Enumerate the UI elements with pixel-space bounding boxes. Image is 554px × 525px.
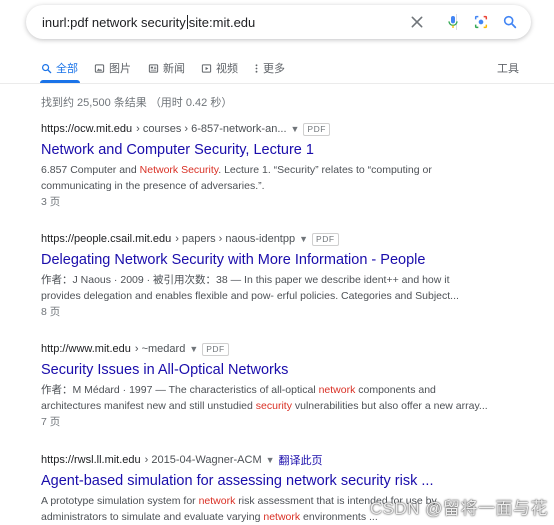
snippet-text: components and — [355, 384, 436, 396]
snippet-highlight: security — [255, 400, 292, 412]
snippet-highlight: network — [318, 384, 356, 396]
snippet-text: A prototype simulation system for — [41, 495, 199, 507]
snippet-text: vulnerabilities but also offer a new arr… — [291, 400, 488, 412]
result-site: https://rwsl.ll.mit.edu — [41, 454, 141, 466]
tabs-divider — [0, 83, 554, 84]
result-menu-icon[interactable]: ▼ — [299, 234, 308, 244]
result-path: › courses › 6-857-network-an... — [136, 123, 287, 135]
snippet-line: provides delegation and enables flexible… — [41, 288, 546, 304]
tab-label: 全部 — [56, 63, 78, 75]
search-tabs: 全部 图片 新闻 视频 更多 工具 — [0, 56, 554, 83]
translate-link[interactable]: 翻译此页 — [279, 452, 323, 468]
camera-search-icon[interactable] — [473, 14, 489, 30]
result-path: › 2015-04-Wagner-ACM — [144, 454, 262, 466]
tab-videos[interactable]: 视频 — [201, 60, 238, 76]
result-site: https://ocw.mit.edu — [41, 123, 133, 135]
image-icon — [94, 63, 105, 73]
video-icon — [201, 63, 212, 73]
result-menu-icon[interactable]: ▼ — [291, 124, 300, 134]
result-url[interactable]: https://people.csail.mit.edu › papers › … — [41, 232, 546, 246]
snippet-line: 作者：J Naous · 2009 · 被引用次数：38 — In this p… — [41, 272, 546, 288]
result-title-link[interactable]: Agent-based simulation for assessing net… — [41, 472, 546, 490]
search-result: http://www.mit.edu › ~medard ▼ PDF Secur… — [41, 342, 546, 430]
snippet-line: 6.857 Computer and Network Security. Lec… — [41, 162, 546, 178]
result-site: https://people.csail.mit.edu — [41, 233, 172, 245]
snippet-line: 作者：M Médard · 1997 — The characteristics… — [41, 382, 546, 398]
snippet-text: environments ... — [300, 511, 378, 523]
result-title-link[interactable]: Network and Computer Security, Lecture 1 — [41, 141, 546, 159]
microphone-icon[interactable] — [445, 14, 461, 30]
page-count: 3 页 — [41, 196, 61, 208]
tab-news[interactable]: 新闻 — [148, 60, 185, 76]
search-result: https://ocw.mit.edu › courses › 6-857-ne… — [41, 122, 546, 210]
tools-button[interactable]: 工具 — [497, 60, 519, 76]
result-stats: 找到约 25,500 条结果 （用时 0.42 秒） — [41, 97, 233, 109]
search-icon[interactable] — [502, 14, 518, 30]
search-query-text-after: site:mit.edu — [188, 15, 256, 30]
clear-icon[interactable] — [409, 14, 425, 30]
search-result: https://people.csail.mit.edu › papers › … — [41, 232, 546, 320]
snippet-text: 作者：J Naous · 2009 · 被引用次数：38 — In this p… — [41, 274, 450, 286]
snippet-line: architectures manifest new and still uns… — [41, 398, 546, 414]
result-url[interactable]: https://rwsl.ll.mit.edu › 2015-04-Wagner… — [41, 453, 546, 467]
snippet-text: architectures manifest new and still uns… — [41, 400, 256, 412]
search-query-text: inurl:pdf network security — [42, 15, 186, 30]
result-title-link[interactable]: Delegating Network Security with More In… — [41, 251, 546, 269]
snippet-line: communicating in the presence of adversa… — [41, 178, 546, 194]
tab-label: 视频 — [216, 63, 238, 75]
file-type-badge: PDF — [312, 232, 339, 246]
page-count: 7 页 — [41, 416, 61, 428]
result-url[interactable]: https://ocw.mit.edu › courses › 6-857-ne… — [41, 122, 546, 136]
file-type-badge: PDF — [202, 342, 229, 356]
result-site: http://www.mit.edu — [41, 343, 131, 355]
news-icon — [148, 63, 159, 73]
tab-images[interactable]: 图片 — [94, 60, 131, 76]
result-title-link[interactable]: Security Issues in All-Optical Networks — [41, 361, 546, 379]
page-count: 8 页 — [41, 306, 61, 318]
snippet-text: communicating in the presence of adversa… — [41, 180, 265, 192]
tab-all[interactable]: 全部 — [41, 60, 78, 76]
snippet-highlight: network — [198, 495, 236, 507]
snippet-highlight: network — [263, 511, 301, 523]
text-caret — [186, 15, 188, 29]
result-snippet: 6.857 Computer and Network Security. Lec… — [41, 162, 546, 194]
search-input[interactable]: inurl:pdf network security site:mit.edu — [42, 15, 255, 30]
result-snippet: 作者：J Naous · 2009 · 被引用次数：38 — In this p… — [41, 272, 546, 304]
tab-more[interactable]: 更多 — [254, 60, 285, 76]
snippet-text: 作者：M Médard · 1997 — The characteristics… — [41, 384, 319, 396]
search-bar[interactable]: inurl:pdf network security site:mit.edu — [26, 5, 531, 39]
tab-label: 图片 — [109, 63, 131, 75]
result-menu-icon[interactable]: ▼ — [266, 455, 275, 465]
snippet-text: . Lecture 1. “Security” relates to “comp… — [218, 164, 432, 176]
result-url[interactable]: http://www.mit.edu › ~medard ▼ PDF — [41, 342, 546, 356]
snippet-text: provides delegation and enables flexible… — [41, 290, 459, 302]
file-type-badge: PDF — [303, 122, 330, 136]
result-snippet: 作者：M Médard · 1997 — The characteristics… — [41, 382, 546, 414]
more-vert-icon — [255, 63, 258, 73]
tab-label: 更多 — [263, 63, 285, 75]
result-menu-icon[interactable]: ▼ — [189, 344, 198, 354]
tab-label: 新闻 — [163, 63, 185, 75]
result-path: › ~medard — [134, 343, 186, 355]
watermark: CSDN @留将一面与花 — [369, 499, 548, 518]
tools-label: 工具 — [497, 63, 519, 75]
snippet-text: 6.857 Computer and — [41, 164, 140, 176]
result-path: › papers › naous-identpp — [175, 233, 296, 245]
search-icon — [42, 63, 52, 73]
snippet-text: administrators to simulate and evaluate … — [41, 511, 264, 523]
snippet-highlight: Network Security — [139, 164, 219, 176]
